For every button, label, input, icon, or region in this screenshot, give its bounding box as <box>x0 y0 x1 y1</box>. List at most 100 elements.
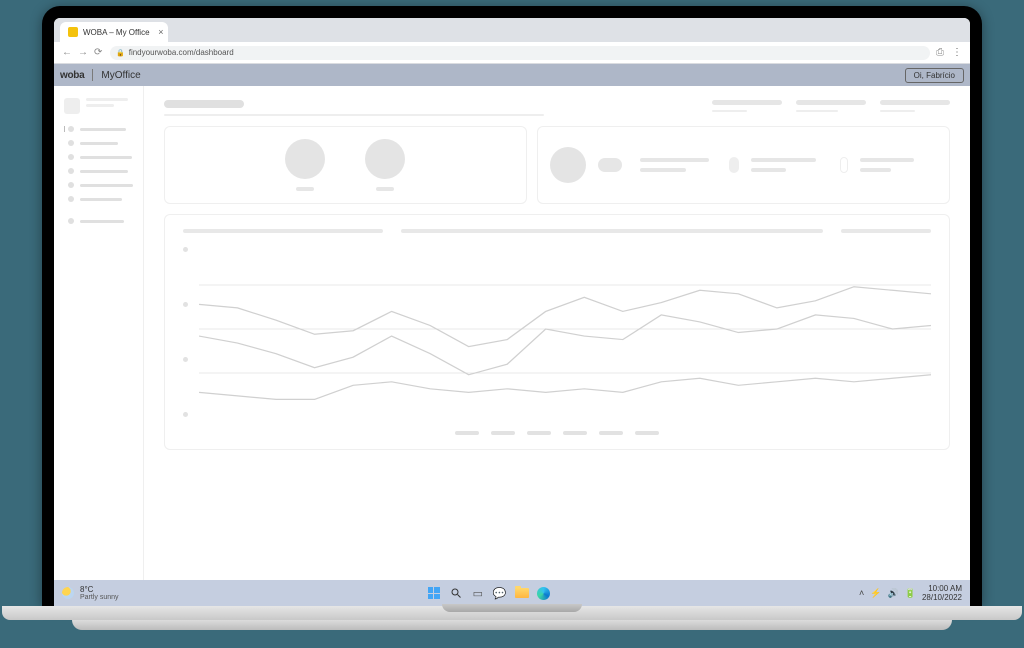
pill-badge <box>598 158 622 172</box>
page-header <box>164 100 950 116</box>
wifi-icon[interactable]: ⚡ <box>870 588 881 599</box>
info-line <box>640 158 709 162</box>
stat-item <box>285 139 325 191</box>
nav-dot-icon <box>68 154 74 160</box>
browser-tab-bar: WOBA – My Office × <box>54 18 970 42</box>
sidebar-item[interactable] <box>64 182 133 188</box>
stat-circle-icon <box>365 139 405 179</box>
sidebar-item[interactable] <box>64 218 133 224</box>
brand-logo: woba <box>60 70 84 81</box>
start-button[interactable] <box>425 584 443 602</box>
product-name: MyOffice <box>101 70 140 81</box>
taskbar-weather[interactable]: 8°C Partly sunny <box>62 585 119 601</box>
speaker-icon[interactable]: 🔊 <box>888 588 899 599</box>
stat-circle-icon <box>285 139 325 179</box>
sidebar-item[interactable] <box>64 154 133 160</box>
sidebar-item[interactable] <box>64 140 133 146</box>
user-chip[interactable]: Oi, Fabrício <box>905 68 964 83</box>
close-tab-icon[interactable]: × <box>158 27 163 37</box>
avatar <box>550 147 586 183</box>
chart-control[interactable] <box>841 229 931 233</box>
sidebar-item-label <box>80 220 124 223</box>
sidebar-item-label <box>80 198 122 201</box>
chart-legend-item[interactable] <box>527 431 551 435</box>
chart-subtitle <box>401 229 823 233</box>
chart-y-tick <box>183 412 188 417</box>
file-explorer-button[interactable] <box>513 584 531 602</box>
sidebar-item[interactable] <box>64 168 133 174</box>
search-icon <box>450 587 462 599</box>
sidebar-item-label <box>80 170 128 173</box>
edge-button[interactable] <box>535 584 553 602</box>
taskbar-search-button[interactable] <box>447 584 465 602</box>
folder-icon <box>515 588 529 598</box>
info-line <box>751 168 786 172</box>
sidebar-profile[interactable] <box>64 98 133 114</box>
nav-dot-icon <box>68 182 74 188</box>
sidebar-item-label <box>80 156 132 159</box>
chart-legend-item[interactable] <box>599 431 623 435</box>
chart-y-tick <box>183 302 188 307</box>
pill-toggle[interactable] <box>840 157 848 173</box>
windows-icon <box>428 587 440 599</box>
sidebar-item-label <box>80 142 118 145</box>
stat-label <box>376 187 394 191</box>
main-panel <box>144 86 970 580</box>
stat-card <box>164 126 527 204</box>
page-title <box>164 100 244 108</box>
taskbar-clock[interactable]: 10:00 AM 28/10/2022 <box>922 584 962 602</box>
browser-menu-icon[interactable]: ⋮ <box>952 47 962 58</box>
screen: WOBA – My Office × ← → ⟳ 🔒 findyourwoba.… <box>54 18 970 606</box>
taskbar-date: 28/10/2022 <box>922 593 962 602</box>
chart-legend <box>183 431 931 435</box>
reload-icon[interactable]: ⟳ <box>94 48 104 58</box>
chart-legend-item[interactable] <box>455 431 479 435</box>
nav-dot-icon <box>68 196 74 202</box>
page-subtitle <box>164 114 544 116</box>
weather-icon <box>62 587 74 599</box>
laptop-frame: WOBA – My Office × ← → ⟳ 🔒 findyourwoba.… <box>42 6 982 606</box>
url-text: findyourwoba.com/dashboard <box>129 48 234 57</box>
nav-dot-icon <box>68 168 74 174</box>
content-area <box>54 86 970 580</box>
chart-card <box>164 214 950 450</box>
info-line <box>640 168 686 172</box>
stat-item <box>365 139 405 191</box>
back-icon[interactable]: ← <box>62 48 72 58</box>
battery-icon[interactable]: 🔋 <box>905 588 916 599</box>
chart-legend-item[interactable] <box>635 431 659 435</box>
summary-cards <box>164 126 950 204</box>
os-taskbar: 8°C Partly sunny ▭ 💬 ˄ ⚡ 🔊 🔋 10:00 AM <box>54 580 970 606</box>
nav-dot-icon <box>68 140 74 146</box>
chat-button[interactable]: 💬 <box>491 584 509 602</box>
page-meta <box>712 100 950 112</box>
address-bar[interactable]: 🔒 findyourwoba.com/dashboard <box>110 46 930 60</box>
sidebar-item-label <box>80 184 133 187</box>
stat-label <box>296 187 314 191</box>
favicon-icon <box>68 27 78 37</box>
sidebar-item[interactable] <box>64 126 133 132</box>
chart-y-tick <box>183 247 188 252</box>
nav-dot-icon <box>68 126 74 132</box>
sidebar-item[interactable] <box>64 196 133 202</box>
chart-title <box>183 229 383 233</box>
taskbar-tray: ˄ ⚡ 🔊 🔋 10:00 AM 28/10/2022 <box>859 584 962 602</box>
chevron-up-icon[interactable]: ˄ <box>859 588 864 598</box>
chart-plot <box>183 241 931 431</box>
lock-icon: 🔒 <box>116 49 125 57</box>
forward-icon[interactable]: → <box>78 48 88 58</box>
avatar <box>64 98 80 114</box>
share-icon[interactable]: ⎙ <box>936 48 946 58</box>
chart-series-series-c <box>199 375 931 400</box>
info-line <box>860 158 914 162</box>
chart-y-tick <box>183 357 188 362</box>
task-view-button[interactable]: ▭ <box>469 584 487 602</box>
chart-legend-item[interactable] <box>563 431 587 435</box>
chart-legend-item[interactable] <box>491 431 515 435</box>
pill-toggle[interactable] <box>729 157 739 173</box>
browser-toolbar: ← → ⟳ 🔒 findyourwoba.com/dashboard ⎙ ⋮ <box>54 42 970 64</box>
taskbar-weather-text: Partly sunny <box>80 594 119 601</box>
sidebar <box>54 86 144 580</box>
browser-tab[interactable]: WOBA – My Office × <box>60 22 168 42</box>
brand-block: woba MyOffice <box>60 69 141 81</box>
